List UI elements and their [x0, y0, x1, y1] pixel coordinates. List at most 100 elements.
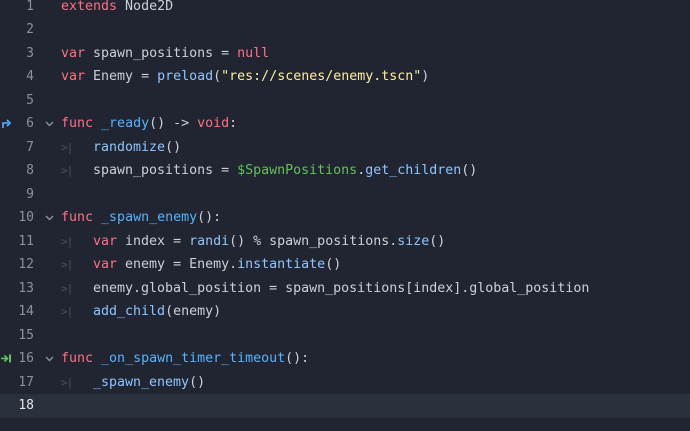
code-token: (): [197, 210, 222, 225]
line-number: 15 [18, 327, 34, 343]
code-token: Enemy = [85, 69, 158, 84]
code-text: extends Node2D [61, 0, 173, 18]
code-token: get_children [365, 163, 462, 178]
fold-chevron-icon[interactable] [44, 206, 54, 230]
code-token: func [61, 116, 94, 131]
signal-connection-icon[interactable] [0, 347, 12, 371]
code-token: () -> [149, 116, 198, 131]
code-line[interactable]: 18 [0, 394, 690, 418]
code-line[interactable]: 1 extends Node2D [0, 0, 690, 18]
code-token: extends [61, 0, 118, 14]
code-token: ( [213, 69, 222, 84]
code-line[interactable]: 14 >| add_child(enemy) [0, 300, 690, 324]
code-token: add_child [93, 304, 166, 319]
line-number: 3 [26, 45, 34, 61]
code-line[interactable]: 9 [0, 183, 690, 207]
fold-chevron-icon[interactable] [44, 112, 54, 136]
code-text: _spawn_enemy() [93, 371, 205, 395]
code-line[interactable]: 2 [0, 18, 690, 42]
code-token: ) [421, 69, 430, 84]
code-text: enemy.global_position = spawn_positions[… [93, 277, 589, 301]
code-token: randomize [93, 139, 166, 155]
code-token: () [429, 233, 446, 249]
code-line[interactable]: 17 >| _spawn_enemy() [0, 371, 690, 395]
code-token: _spawn_enemy [101, 210, 198, 225]
tab-indent-marker: >| [61, 140, 73, 154]
code-token: randi [189, 233, 230, 249]
code-token: _on_spawn_timer_timeout [101, 351, 286, 366]
tab-indent-marker: >| [61, 305, 73, 319]
code-line[interactable]: 15 [0, 324, 690, 348]
tab-indent-marker: >| [61, 375, 73, 389]
code-line[interactable]: 3 var spawn_positions = null [0, 42, 690, 66]
tab-indent-marker: >| [61, 164, 73, 178]
line-number: 14 [18, 304, 34, 319]
override-arrow-icon[interactable] [0, 112, 12, 136]
code-token: spawn_positions = [93, 163, 238, 178]
line-number: 12 [18, 257, 34, 272]
code-line[interactable]: 7 >| randomize() [0, 136, 690, 160]
line-number: 16 [18, 351, 34, 366]
code-token: Node2D [117, 0, 174, 14]
code-token: size [397, 233, 430, 249]
code-token: var [61, 45, 86, 61]
code-line[interactable]: 10 func _spawn_enemy(): [0, 206, 690, 230]
code-text: var spawn_positions = null [61, 42, 269, 66]
code-token: var [93, 257, 118, 272]
code-token: preload [157, 69, 214, 84]
line-number: 7 [26, 139, 34, 155]
code-token: func [61, 351, 94, 366]
code-text: randomize() [93, 136, 181, 160]
code-token: spawn_positions = [85, 45, 238, 61]
script-editor[interactable]: 1 extends Node2D 2 3 var spawn_positions = n… [0, 0, 690, 431]
code-line[interactable]: 16 func _on_spawn_timer_timeout(): [0, 347, 690, 371]
code-token: : [229, 116, 238, 131]
code-text: spawn_positions = $SpawnPositions.get_ch… [93, 159, 477, 183]
fold-chevron-icon[interactable] [44, 347, 54, 371]
code-text: func _ready() -> void: [61, 112, 237, 136]
code-text: func _on_spawn_timer_timeout(): [61, 347, 309, 371]
code-line[interactable]: 13 >| enemy.global_position = spawn_positi… [0, 277, 690, 301]
code-text: var index = randi() % spawn_positions.si… [93, 230, 445, 254]
tab-indent-marker: >| [61, 234, 73, 248]
line-number: 9 [26, 186, 34, 202]
code-token: (): [285, 351, 310, 366]
code-token: $SpawnPositions [237, 163, 358, 178]
code-token: index = [117, 233, 190, 249]
code-line[interactable]: 4 var Enemy = preload("res://scenes/enemy… [0, 65, 690, 89]
code-text: var Enemy = preload("res://scenes/enemy.… [61, 65, 429, 89]
code-token: func [61, 210, 94, 225]
code-line[interactable]: 5 [0, 89, 690, 113]
code-line[interactable]: 11 >| var index = randi() % spawn_position… [0, 230, 690, 254]
line-number: 13 [18, 280, 34, 296]
code-token: (enemy) [165, 304, 222, 319]
code-line[interactable]: 8 >| spawn_positions = $SpawnPositions.get… [0, 159, 690, 183]
code-token: var [93, 233, 118, 249]
code-token: "res://scenes/enemy.tscn" [221, 69, 422, 84]
tab-indent-marker: >| [61, 281, 73, 295]
code-token: () [165, 139, 182, 155]
code-token: _ready [101, 116, 150, 131]
line-number: 18 [18, 398, 34, 413]
code-text: add_child(enemy) [93, 300, 221, 324]
line-number: 10 [18, 210, 34, 225]
code-text: func _spawn_enemy(): [61, 206, 221, 230]
code-text: var enemy = Enemy.instantiate() [93, 253, 341, 277]
line-number: 8 [26, 163, 34, 178]
line-number: 1 [26, 0, 34, 14]
code-token: () [325, 257, 342, 272]
line-number: 11 [18, 233, 34, 249]
tab-indent-marker: >| [61, 258, 73, 272]
code-token: () % spawn_positions. [229, 233, 398, 249]
code-token: enemy.global_position = spawn_positions[… [93, 280, 590, 296]
code-token: _spawn_enemy [93, 374, 190, 390]
code-token: null [237, 45, 270, 61]
code-line[interactable]: 6 func _ready() -> void: [0, 112, 690, 136]
code-token: instantiate [237, 257, 326, 272]
line-number: 17 [18, 374, 34, 390]
code-token: var [61, 69, 86, 84]
code-line[interactable]: 12 >| var enemy = Enemy.instantiate() [0, 253, 690, 277]
